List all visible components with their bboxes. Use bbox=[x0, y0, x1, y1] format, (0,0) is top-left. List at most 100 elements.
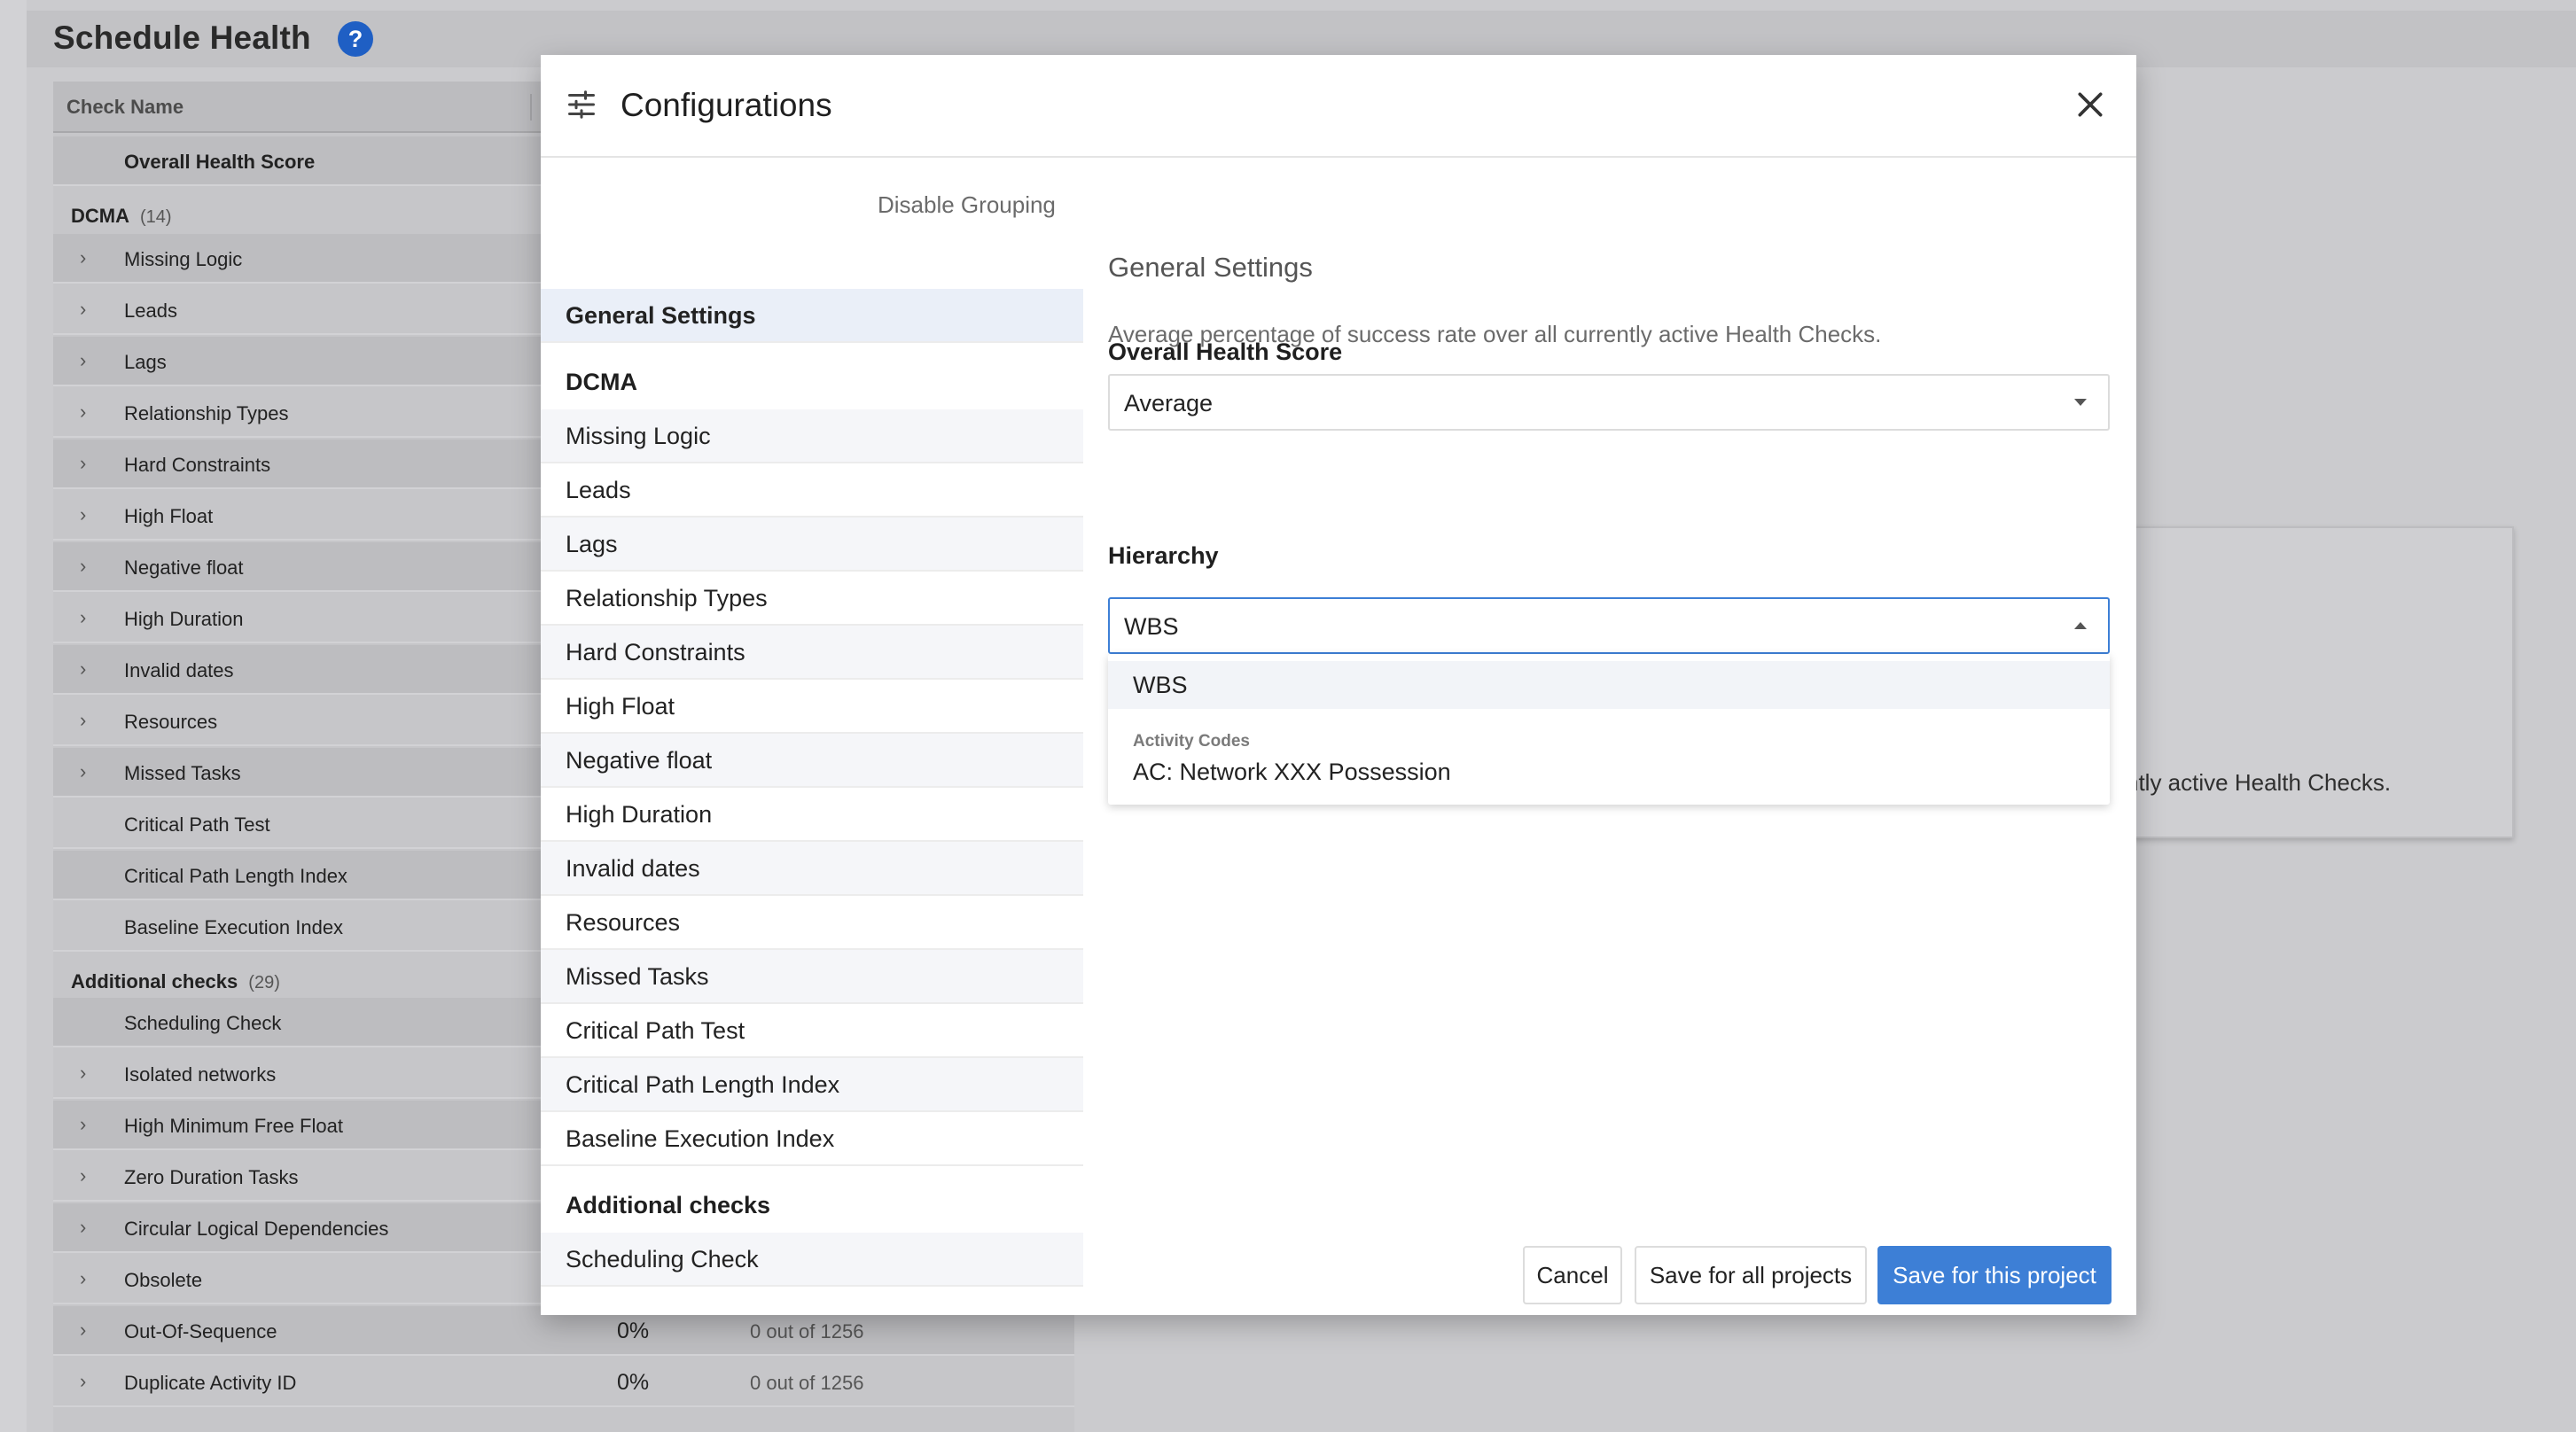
row-label: High Minimum Free Float bbox=[124, 1115, 343, 1137]
row-count: 0 out of 1256 bbox=[750, 1372, 864, 1394]
cancel-button[interactable]: Cancel bbox=[1523, 1246, 1622, 1304]
row-label: Relationship Types bbox=[124, 402, 289, 424]
nav-item[interactable]: Missed Tasks bbox=[541, 950, 1083, 1004]
group-name: DCMA bbox=[71, 205, 129, 227]
row-label: High Duration bbox=[124, 608, 244, 630]
hierarchy-select[interactable]: WBS bbox=[1108, 597, 2110, 654]
row-label: Missed Tasks bbox=[124, 762, 241, 784]
nav-item[interactable]: High Duration bbox=[541, 788, 1083, 842]
close-icon[interactable] bbox=[2073, 87, 2108, 122]
row-label: Leads bbox=[124, 300, 177, 322]
left-strip bbox=[0, 0, 27, 1432]
dropdown-option-activity-code[interactable]: AC: Network XXX Possession bbox=[1133, 759, 1451, 786]
nav-item[interactable]: High Float bbox=[541, 680, 1083, 734]
nav-item[interactable]: Critical Path Test bbox=[541, 1004, 1083, 1058]
dropdown-group-label: Activity Codes bbox=[1133, 732, 1250, 751]
chevron-right-icon[interactable]: › bbox=[80, 503, 86, 526]
chevron-right-icon[interactable]: › bbox=[80, 298, 86, 321]
nav-item[interactable]: Resources bbox=[541, 896, 1083, 950]
nav-item[interactable]: Negative float bbox=[541, 734, 1083, 788]
modal-header: Configurations bbox=[541, 55, 2136, 158]
disable-grouping-link[interactable]: Disable Grouping bbox=[878, 191, 1056, 219]
overall-score-card-text: ntly active Health Checks. bbox=[2126, 769, 2392, 796]
caret-down-icon bbox=[2074, 399, 2087, 406]
row-label: Missing Logic bbox=[124, 248, 243, 270]
hierarchy-label: Hierarchy bbox=[1108, 542, 1219, 569]
table-row[interactable]: › Duplicate Activity ID 0% 0 out of 1256 bbox=[53, 1358, 1074, 1407]
sliders-icon bbox=[568, 90, 595, 119]
row-label: High Float bbox=[124, 505, 214, 527]
chevron-right-icon[interactable]: › bbox=[80, 1267, 86, 1290]
row-label: Hard Constraints bbox=[124, 454, 271, 476]
row-label: Obsolete bbox=[124, 1269, 203, 1291]
chevron-right-icon[interactable]: › bbox=[80, 1113, 86, 1136]
group-count: (29) bbox=[248, 973, 280, 992]
select-value: WBS bbox=[1124, 613, 1179, 640]
save-all-projects-button[interactable]: Save for all projects bbox=[1635, 1246, 1867, 1304]
row-label: Critical Path Test bbox=[124, 813, 270, 836]
row-label: Out-Of-Sequence bbox=[124, 1320, 277, 1342]
nav-item[interactable]: Invalid dates bbox=[541, 842, 1083, 896]
row-label: Lags bbox=[124, 351, 167, 373]
row-label: Duplicate Activity ID bbox=[124, 1372, 297, 1394]
configurations-modal: Configurations Disable Grouping General … bbox=[541, 55, 2136, 1315]
nav-item[interactable]: Baseline Execution Index bbox=[541, 1112, 1083, 1166]
group-header-additional[interactable]: Additional checks (29) bbox=[71, 970, 280, 993]
nav-item[interactable]: Critical Path Length Index bbox=[541, 1058, 1083, 1112]
nav-item[interactable]: Hard Constraints bbox=[541, 626, 1083, 680]
group-name: Additional checks bbox=[71, 970, 238, 992]
row-label: Baseline Execution Index bbox=[124, 916, 344, 938]
row-label: Invalid dates bbox=[124, 659, 234, 681]
chevron-right-icon[interactable]: › bbox=[80, 658, 86, 681]
group-header-dcma[interactable]: DCMA (14) bbox=[71, 205, 172, 228]
chevron-right-icon[interactable]: › bbox=[80, 452, 86, 475]
page-title: Schedule Health bbox=[53, 19, 311, 56]
row-label: Circular Logical Dependencies bbox=[124, 1218, 389, 1240]
chevron-right-icon[interactable]: › bbox=[80, 401, 86, 424]
row-label: Isolated networks bbox=[124, 1063, 277, 1086]
overall-health-score-select[interactable]: Average bbox=[1108, 374, 2110, 431]
section-title: General Settings bbox=[1108, 252, 1313, 283]
column-header-check-name[interactable]: Check Name bbox=[66, 96, 183, 119]
column-separator[interactable] bbox=[530, 94, 532, 121]
row-label: Overall Health Score bbox=[124, 151, 316, 173]
nav-item[interactable]: Relationship Types bbox=[541, 572, 1083, 626]
chevron-right-icon[interactable]: › bbox=[80, 709, 86, 732]
nav-item[interactable]: Missing Logic bbox=[541, 409, 1083, 463]
settings-nav: Disable Grouping General Settings DCMA M… bbox=[541, 158, 1083, 1288]
nav-item[interactable]: Leads bbox=[541, 463, 1083, 518]
chevron-right-icon[interactable]: › bbox=[80, 349, 86, 372]
chevron-right-icon[interactable]: › bbox=[80, 1319, 86, 1342]
chevron-right-icon[interactable]: › bbox=[80, 1062, 86, 1085]
row-label: Critical Path Length Index bbox=[124, 865, 347, 887]
row-label: Zero Duration Tasks bbox=[124, 1166, 299, 1188]
dropdown-option-wbs[interactable]: WBS bbox=[1108, 661, 2110, 709]
chevron-right-icon[interactable]: › bbox=[80, 555, 86, 578]
chevron-right-icon[interactable]: › bbox=[80, 1216, 86, 1239]
row-label: Scheduling Check bbox=[124, 1012, 282, 1034]
option-label: WBS bbox=[1133, 672, 1188, 698]
question-mark-icon[interactable]: ? bbox=[338, 21, 373, 57]
save-this-project-button[interactable]: Save for this project bbox=[1877, 1246, 2112, 1304]
group-count: (14) bbox=[140, 207, 172, 227]
chevron-right-icon[interactable]: › bbox=[80, 606, 86, 629]
chevron-right-icon[interactable]: › bbox=[80, 1370, 86, 1393]
caret-up-icon bbox=[2074, 622, 2087, 629]
nav-item[interactable]: Scheduling Check bbox=[541, 1233, 1083, 1287]
hierarchy-dropdown-menu: WBS Activity Codes AC: Network XXX Posse… bbox=[1108, 654, 2110, 805]
row-label: Negative float bbox=[124, 556, 244, 579]
nav-group-dcma: DCMA bbox=[566, 369, 637, 395]
modal-title: Configurations bbox=[621, 87, 832, 123]
row-count: 0 out of 1256 bbox=[750, 1320, 864, 1342]
nav-item[interactable]: Lags bbox=[541, 518, 1083, 572]
row-percent: 0% bbox=[617, 1370, 650, 1395]
row-percent: 0% bbox=[617, 1319, 650, 1343]
overall-health-score-description: Average percentage of success rate over … bbox=[1108, 321, 1882, 347]
row-label: Resources bbox=[124, 711, 218, 733]
chevron-right-icon[interactable]: › bbox=[80, 246, 86, 269]
nav-group-additional: Additional checks bbox=[566, 1192, 771, 1218]
nav-item-general-settings[interactable]: General Settings bbox=[541, 289, 1083, 343]
chevron-right-icon[interactable]: › bbox=[80, 1164, 86, 1187]
select-value: Average bbox=[1124, 390, 1214, 416]
chevron-right-icon[interactable]: › bbox=[80, 760, 86, 783]
